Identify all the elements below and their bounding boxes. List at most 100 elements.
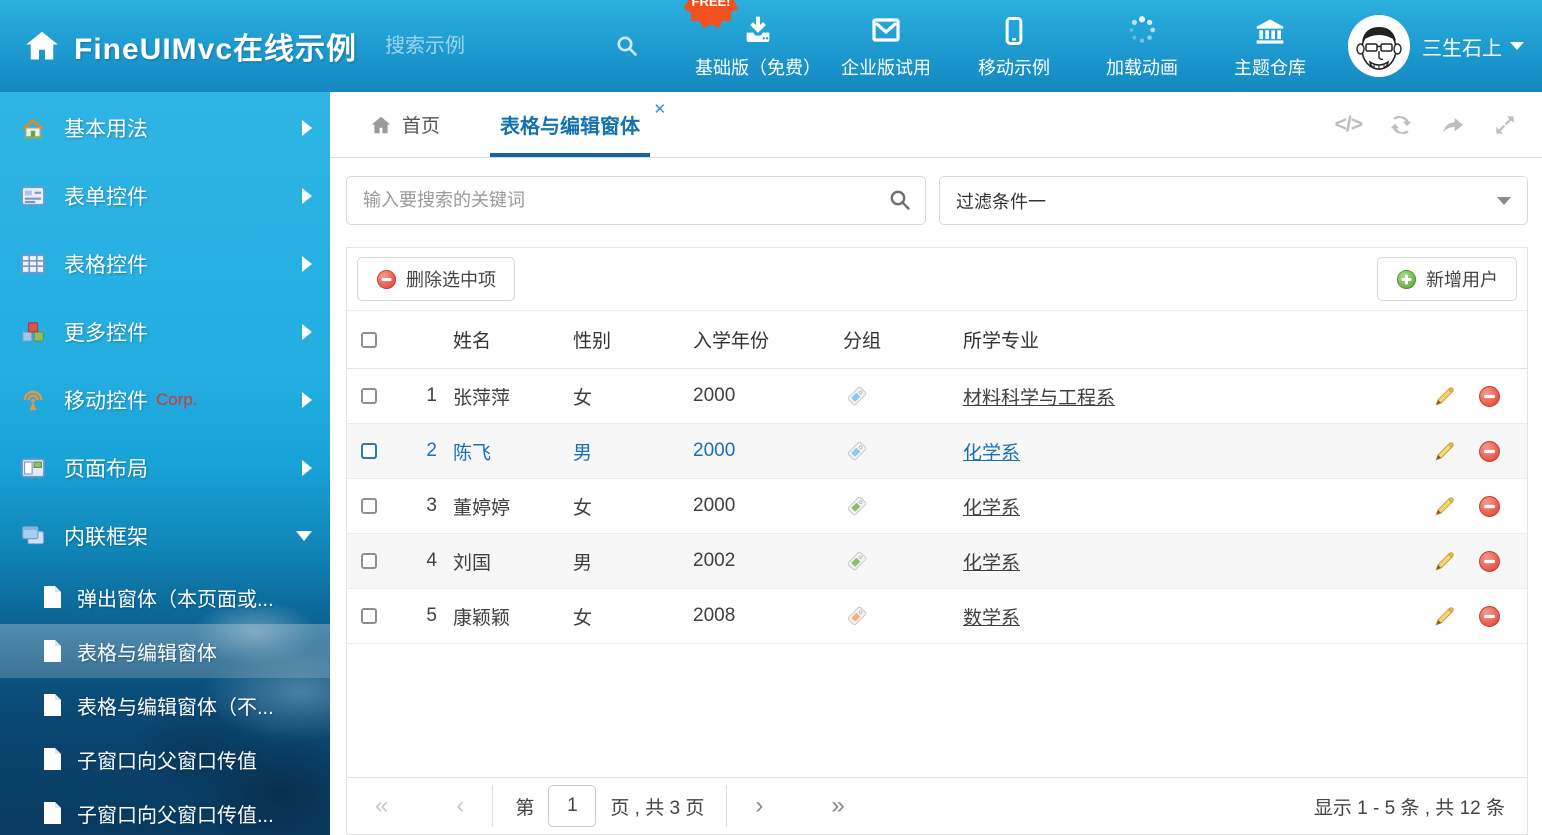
tag-icon (845, 604, 869, 628)
sidebar-item-mobile-controls[interactable]: 移动控件 Corp. (0, 366, 330, 434)
sidebar-item-more-controls[interactable]: 更多控件 (0, 298, 330, 366)
header-search-icon[interactable] (615, 34, 639, 58)
major-link[interactable]: 材料科学与工程系 (963, 388, 1115, 409)
filter-dropdown[interactable]: 过滤条件一 (939, 176, 1528, 225)
delete-row-icon[interactable] (1478, 605, 1501, 628)
major-link[interactable]: 化学系 (963, 443, 1020, 464)
tab-close-icon[interactable]: ✕ (653, 102, 666, 117)
row-checkbox[interactable] (361, 388, 377, 404)
top-header: FineUIMvc在线示例 FREE! 基础版（免费） 企业版试用 (0, 0, 1542, 92)
next-page-button[interactable]: › (749, 794, 769, 818)
tab-grid-edit-window[interactable]: 表格与编辑窗体 ✕ (490, 92, 650, 157)
user-menu[interactable]: 三生石上 (1348, 15, 1524, 77)
cell-year: 2000 (681, 440, 831, 462)
first-page-button[interactable]: « (369, 794, 394, 818)
edit-icon[interactable] (1433, 385, 1456, 408)
house-icon (20, 115, 46, 141)
grid-panel: 删除选中项 新增用户 姓名 性别 入学年份 分组 所 (346, 247, 1528, 835)
mobile-phone-icon (999, 12, 1029, 46)
add-user-button[interactable]: 新增用户 (1377, 257, 1517, 301)
expand-arrow-icon (302, 120, 312, 136)
app-title: FineUIMvc在线示例 (74, 24, 357, 68)
tag-icon (845, 384, 869, 408)
header-search-input[interactable] (385, 35, 535, 58)
view-source-icon[interactable]: </> (1335, 113, 1362, 137)
select-all-checkbox[interactable] (361, 332, 377, 348)
edit-icon[interactable] (1433, 605, 1456, 628)
sidebar-subitem-grid-edit-window[interactable]: 表格与编辑窗体 (0, 624, 330, 678)
edit-icon[interactable] (1433, 495, 1456, 518)
collapse-arrow-icon (296, 531, 312, 541)
table-row[interactable]: 5 康颖颖 女 2008 数学系 (347, 589, 1527, 644)
user-name: 三生石上 (1422, 32, 1502, 61)
page-number-input[interactable] (548, 785, 596, 827)
home-logo-icon (24, 28, 60, 64)
cell-name: 董婷婷 (441, 493, 561, 520)
nav-item-theme-store[interactable]: 主题仓库 (1210, 12, 1330, 80)
refresh-icon[interactable] (1388, 112, 1414, 138)
table-row[interactable]: 1 张萍萍 女 2000 材料科学与工程系 (347, 369, 1527, 424)
sidebar-subitem-grid-edit-window-2[interactable]: 表格与编辑窗体（不... (0, 678, 330, 732)
cell-gender: 男 (561, 548, 681, 575)
expand-arrow-icon (302, 188, 312, 204)
major-link[interactable]: 数学系 (963, 608, 1020, 629)
sidebar-subitem-child-to-parent-2[interactable]: 子窗口向父窗口传值... (0, 786, 330, 835)
sidebar-item-basic-usage[interactable]: 基本用法 (0, 94, 330, 162)
form-icon (20, 183, 46, 209)
nav-item-mobile-demo[interactable]: 移动示例 (954, 12, 1074, 80)
row-checkbox[interactable] (361, 498, 377, 514)
table-row-selected[interactable]: 2 陈飞 男 2000 化学系 (347, 424, 1527, 479)
sidebar-item-page-layout[interactable]: 页面布局 (0, 434, 330, 502)
delete-row-icon[interactable] (1478, 550, 1501, 573)
plus-circle-icon (1396, 269, 1417, 290)
table-row[interactable]: 3 董婷婷 女 2000 化学系 (347, 479, 1527, 534)
user-caret-icon (1510, 42, 1524, 50)
expand-arrow-icon (302, 256, 312, 272)
sidebar-item-inline-frame[interactable]: 内联框架 (0, 502, 330, 570)
delete-row-icon[interactable] (1478, 495, 1501, 518)
wireless-icon (20, 387, 46, 413)
delete-row-icon[interactable] (1478, 440, 1501, 463)
page-icon (42, 693, 63, 717)
row-checkbox[interactable] (361, 443, 377, 459)
tab-strip: 首页 表格与编辑窗体 ✕ </> (330, 92, 1542, 158)
nav-item-enterprise-trial[interactable]: 企业版试用 (826, 12, 946, 80)
cell-name: 张萍萍 (441, 383, 561, 410)
keyword-search-input[interactable] (346, 176, 926, 225)
delete-row-icon[interactable] (1478, 385, 1501, 408)
edit-icon[interactable] (1433, 550, 1456, 573)
dropdown-caret-icon (1497, 197, 1511, 205)
share-icon[interactable] (1440, 112, 1466, 138)
tag-icon (845, 439, 869, 463)
sidebar-subitem-popup-window[interactable]: 弹出窗体（本页面或... (0, 570, 330, 624)
tab-home[interactable]: 首页 (360, 92, 450, 157)
corp-badge: Corp. (156, 390, 198, 410)
pager-divider (492, 785, 493, 827)
nav-item-loading-animation[interactable]: 加载动画 (1082, 12, 1202, 80)
col-group: 分组 (831, 326, 951, 353)
major-link[interactable]: 化学系 (963, 553, 1020, 574)
nav-item-basic-edition[interactable]: FREE! 基础版（免费） (698, 12, 818, 80)
major-link[interactable]: 化学系 (963, 498, 1020, 519)
cell-gender: 男 (561, 438, 681, 465)
fullscreen-icon[interactable] (1492, 112, 1518, 138)
row-checkbox[interactable] (361, 608, 377, 624)
table-row[interactable]: 4 刘国 男 2002 化学系 (347, 534, 1527, 589)
delete-selected-button[interactable]: 删除选中项 (357, 257, 515, 301)
home-tab-icon (370, 114, 392, 136)
search-icon[interactable] (888, 188, 912, 212)
last-page-button[interactable]: » (825, 794, 850, 818)
cell-gender: 女 (561, 493, 681, 520)
edit-icon[interactable] (1433, 440, 1456, 463)
col-gender: 性别 (561, 326, 681, 353)
page-icon (42, 801, 63, 825)
cell-name: 康颖颖 (441, 603, 561, 630)
sidebar-item-grid-controls[interactable]: 表格控件 (0, 230, 330, 298)
prev-page-button[interactable]: ‹ (450, 794, 470, 818)
cell-year: 2002 (681, 550, 831, 572)
sidebar-item-form-controls[interactable]: 表单控件 (0, 162, 330, 230)
sidebar-subitem-child-to-parent[interactable]: 子窗口向父窗口传值 (0, 732, 330, 786)
row-checkbox[interactable] (361, 553, 377, 569)
bank-icon (1254, 12, 1286, 46)
app-logo[interactable]: FineUIMvc在线示例 (24, 24, 357, 68)
